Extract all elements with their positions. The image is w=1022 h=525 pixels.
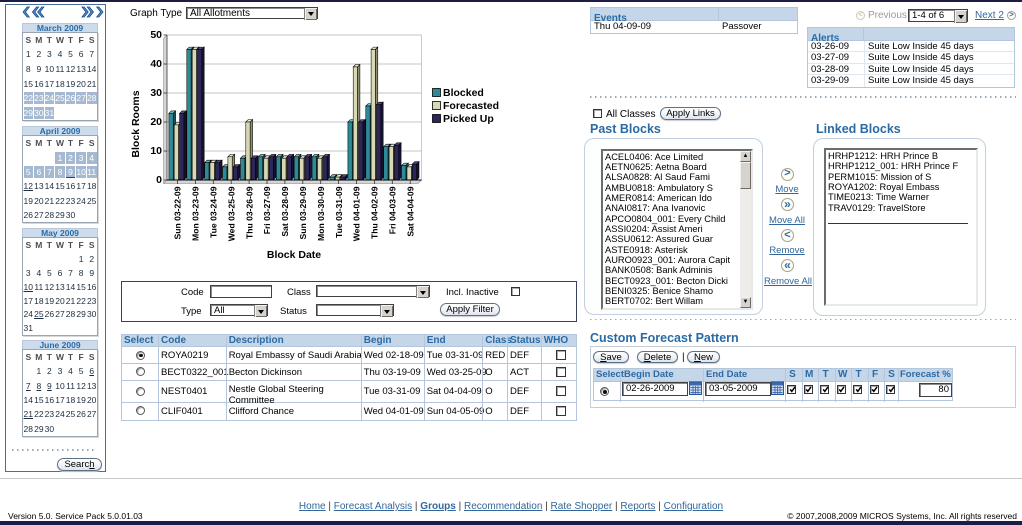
svg-text:Thu 04-02-09: Thu 04-02-09 xyxy=(370,186,380,239)
svg-text:Forecasted: Forecasted xyxy=(443,100,499,112)
svg-text:Fri 03-27-09: Fri 03-27-09 xyxy=(262,186,272,234)
svg-text:0: 0 xyxy=(156,174,162,186)
svg-text:Sun 03-29-09: Sun 03-29-09 xyxy=(298,186,308,239)
svg-text:Thu 03-26-09: Thu 03-26-09 xyxy=(244,186,254,239)
svg-text:Mon 03-23-09: Mon 03-23-09 xyxy=(191,186,201,241)
svg-text:Block Rooms: Block Rooms xyxy=(130,90,142,157)
svg-text:Tue 03-24-09: Tue 03-24-09 xyxy=(209,186,219,238)
svg-text:Wed 03-25-09: Wed 03-25-09 xyxy=(226,186,236,241)
svg-text:Wed 04-01-09: Wed 04-01-09 xyxy=(352,186,362,241)
svg-text:30: 30 xyxy=(150,87,162,99)
svg-text:Sat 04-04-09: Sat 04-04-09 xyxy=(405,186,415,236)
svg-text:40: 40 xyxy=(150,58,162,70)
svg-text:Tue 03-31-09: Tue 03-31-09 xyxy=(334,186,344,238)
svg-text:Block Date: Block Date xyxy=(267,249,321,261)
svg-text:Mon 03-30-09: Mon 03-30-09 xyxy=(316,186,326,241)
svg-text:Blocked: Blocked xyxy=(443,87,484,99)
svg-text:Fri 04-03-09: Fri 04-03-09 xyxy=(388,186,398,234)
svg-text:Sat 03-28-09: Sat 03-28-09 xyxy=(280,186,290,236)
svg-text:Picked Up: Picked Up xyxy=(443,113,494,125)
svg-text:50: 50 xyxy=(150,29,162,41)
svg-text:20: 20 xyxy=(150,116,162,128)
svg-text:Sun 03-22-09: Sun 03-22-09 xyxy=(173,186,183,239)
svg-text:10: 10 xyxy=(150,145,162,157)
